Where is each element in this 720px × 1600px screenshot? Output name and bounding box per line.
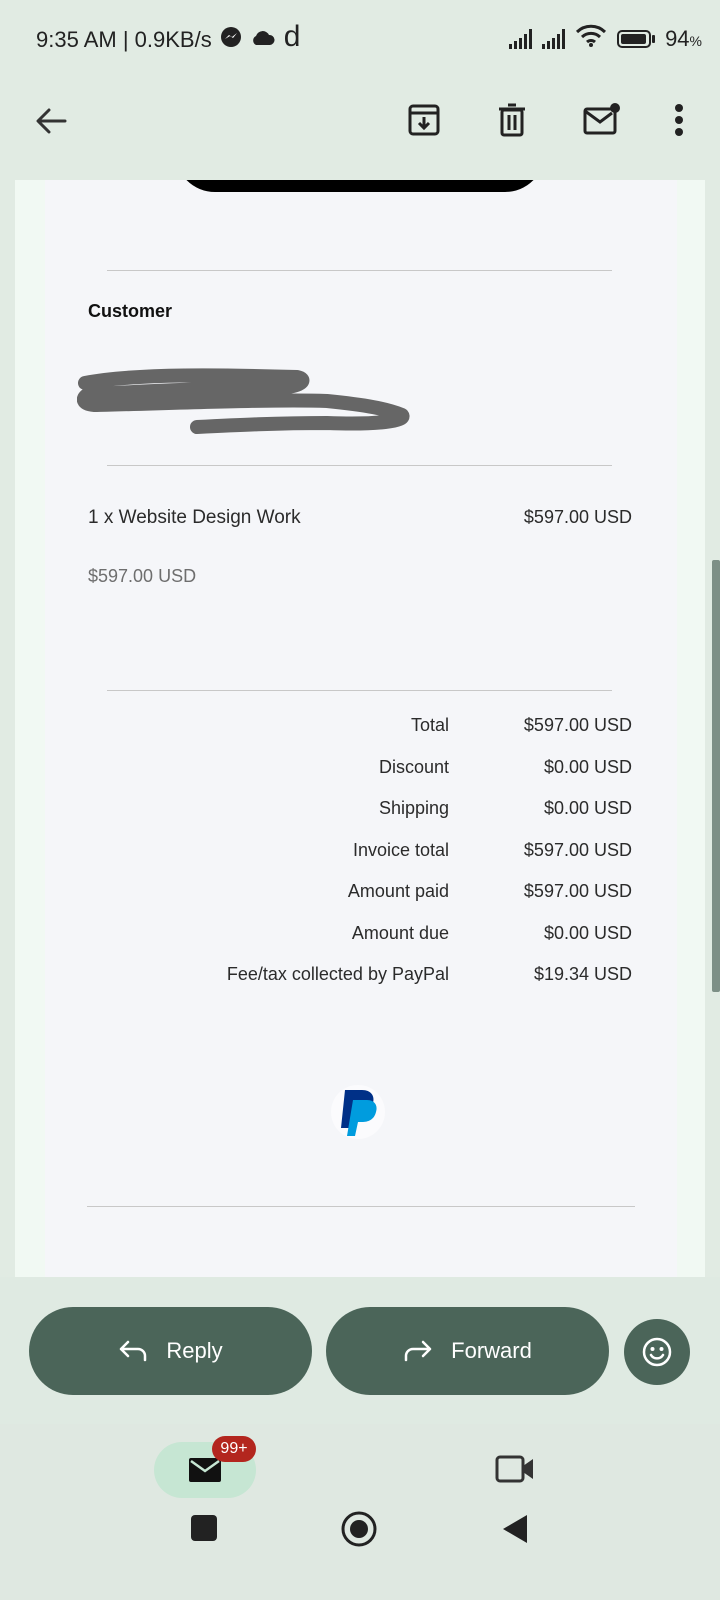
summary-label: Shipping bbox=[378, 798, 449, 818]
back-button[interactable] bbox=[500, 1512, 530, 1546]
reply-label: Reply bbox=[166, 1338, 223, 1363]
recent-apps-button[interactable] bbox=[190, 1514, 218, 1542]
line-item-description: 1 x Website Design Work bbox=[88, 507, 301, 528]
invoice-card: Customer 1 x Website Design Work $597.00… bbox=[45, 180, 677, 1277]
scrollbar[interactable] bbox=[712, 560, 720, 992]
square-icon bbox=[191, 1515, 217, 1541]
summary-value: $19.34 USD bbox=[533, 964, 632, 984]
nav-meet-tab[interactable] bbox=[494, 1448, 536, 1490]
summary-value: $0.00 USD bbox=[543, 923, 632, 943]
paypal-logo-icon bbox=[331, 1085, 385, 1139]
d-glyph: d bbox=[283, 20, 301, 53]
summary-label: Fee/tax collected by PayPal bbox=[226, 964, 449, 984]
reply-button[interactable]: Reply bbox=[29, 1307, 312, 1395]
app-bar bbox=[0, 82, 720, 180]
delete-icon[interactable] bbox=[492, 100, 532, 140]
summary-label: Discount bbox=[378, 757, 449, 777]
forward-button[interactable]: Forward bbox=[326, 1307, 609, 1395]
summary-value: $597.00 USD bbox=[523, 840, 632, 860]
wifi-icon bbox=[575, 24, 607, 54]
summary-value: $0.00 USD bbox=[543, 757, 632, 777]
action-bar: Reply Forward bbox=[0, 1277, 720, 1424]
summary-label: Total bbox=[410, 715, 449, 735]
mail-icon bbox=[189, 1458, 221, 1482]
status-time-speed: 9:35 AM | 0.9KB/s bbox=[36, 27, 212, 52]
messenger-icon bbox=[220, 26, 242, 54]
more-options-icon[interactable] bbox=[664, 98, 694, 142]
mark-unread-icon[interactable] bbox=[580, 98, 624, 140]
battery-icon bbox=[617, 30, 652, 48]
forward-icon bbox=[404, 1340, 432, 1362]
divider bbox=[107, 270, 612, 271]
smiley-icon bbox=[642, 1337, 672, 1367]
header-banner bbox=[175, 180, 545, 192]
status-bar: 9:35 AM | 0.9KB/s d 94% bbox=[0, 0, 720, 82]
status-left: 9:35 AM | 0.9KB/s d bbox=[36, 20, 300, 54]
summary-label: Amount paid bbox=[347, 881, 449, 901]
bottom-nav: 99+ bbox=[0, 1424, 720, 1600]
line-item-unit-price: $597.00 USD bbox=[88, 566, 197, 586]
divider bbox=[107, 465, 612, 466]
divider bbox=[87, 1206, 635, 1207]
back-arrow-icon[interactable] bbox=[28, 98, 74, 144]
home-button[interactable] bbox=[340, 1510, 378, 1548]
archive-icon[interactable] bbox=[404, 100, 444, 140]
cloud-icon bbox=[250, 27, 276, 53]
reply-icon bbox=[120, 1340, 147, 1362]
video-camera-icon bbox=[495, 1455, 533, 1483]
status-right: 94% bbox=[509, 24, 702, 54]
signal-2-icon bbox=[542, 29, 566, 49]
summary-value: $0.00 USD bbox=[543, 798, 632, 818]
customer-heading: Customer bbox=[88, 301, 173, 321]
redacted-customer-info bbox=[77, 368, 410, 434]
battery-percent: 94% bbox=[665, 26, 702, 51]
signal-1-icon bbox=[509, 29, 533, 49]
mail-unread-badge: 99+ bbox=[212, 1436, 256, 1462]
summary-label: Invoice total bbox=[352, 840, 449, 860]
emoji-reaction-button[interactable] bbox=[624, 1319, 690, 1385]
summary-value: $597.00 USD bbox=[523, 715, 632, 735]
summary-value: $597.00 USD bbox=[523, 881, 632, 901]
forward-label: Forward bbox=[451, 1338, 532, 1363]
divider bbox=[107, 690, 612, 691]
summary-label: Amount due bbox=[351, 923, 449, 943]
back-triangle-icon bbox=[503, 1515, 527, 1543]
line-item-amount: $597.00 USD bbox=[523, 507, 632, 527]
home-circle-icon bbox=[341, 1511, 377, 1547]
